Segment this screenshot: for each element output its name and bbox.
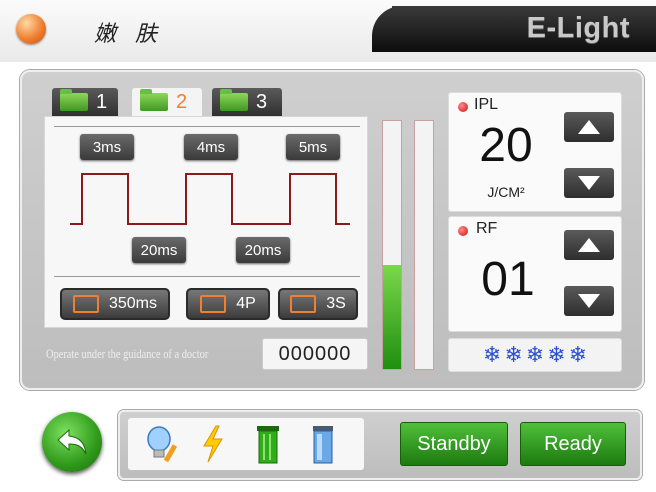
tab-label: 2 <box>176 90 188 113</box>
pulse-width-2-button[interactable]: 4ms <box>184 134 238 160</box>
timer-wave-icon <box>290 295 317 313</box>
interval-button[interactable]: 350ms <box>60 288 170 320</box>
divider <box>54 276 360 277</box>
page-title: 嫩 肤 <box>94 22 163 47</box>
ipl-decrease-button[interactable] <box>564 168 614 198</box>
ipl-increase-button[interactable] <box>564 112 614 142</box>
snowflake-icon: ❄ <box>547 342 566 367</box>
ready-button[interactable]: Ready <box>520 422 626 466</box>
interval-value: 350ms <box>108 295 158 312</box>
open-folder-icon <box>140 89 168 111</box>
tab-2[interactable]: 2 <box>132 88 202 116</box>
snowflake-icon: ❄ <box>504 342 523 367</box>
cooling-level-selector[interactable]: ❄ ❄ ❄ ❄ ❄ <box>448 338 622 372</box>
secondary-level-bar <box>414 120 434 370</box>
energy-level-bar <box>382 120 402 370</box>
arrow-down-icon <box>578 176 600 190</box>
rf-increase-button[interactable] <box>564 230 614 260</box>
shot-counter: 000000 <box>262 338 368 370</box>
ipl-indicator-icon <box>458 102 468 112</box>
rf-indicator-icon <box>458 226 468 236</box>
folder-icon <box>60 89 88 111</box>
pulse-count-value: 4P <box>236 295 256 312</box>
app-logo-icon <box>16 14 46 44</box>
snowflake-icon: ❄ <box>568 342 588 367</box>
tab-3[interactable]: 3 <box>212 88 282 116</box>
lightbulb-pencil-icon[interactable] <box>144 424 180 464</box>
tab-1[interactable]: 1 <box>52 88 118 116</box>
ipl-value: 20 <box>479 119 533 172</box>
pulse-delay-1-button[interactable]: 20ms <box>132 237 186 263</box>
ipl-label: IPL <box>474 96 499 113</box>
folder-icon <box>220 89 248 111</box>
snowflake-icon: ❄ <box>525 342 545 367</box>
time-value: 3S <box>326 295 346 312</box>
arrow-down-icon <box>578 294 600 308</box>
back-arrow-icon <box>57 428 87 455</box>
time-button[interactable]: 3S <box>278 288 358 320</box>
arrow-up-icon <box>578 120 600 134</box>
ipl-unit: J/CM² <box>487 184 525 200</box>
doctor-notice: Operate under the guidance of a doctor <box>46 346 209 361</box>
back-button[interactable] <box>42 412 102 472</box>
green-trash-icon[interactable] <box>254 422 282 466</box>
divider <box>54 126 360 127</box>
pulse-count-button[interactable]: 4P <box>186 288 270 320</box>
blue-trash-icon[interactable] <box>310 422 336 466</box>
pulse-delay-2-button[interactable]: 20ms <box>236 237 290 263</box>
tab-label: 1 <box>96 90 108 113</box>
rf-label: RF <box>476 220 498 237</box>
rf-decrease-button[interactable] <box>564 286 614 316</box>
snowflake-icon: ❄ <box>482 342 502 367</box>
tab-label: 3 <box>256 90 268 113</box>
pulse-width-3-button[interactable]: 5ms <box>286 134 340 160</box>
pulse-interval-icon <box>72 295 99 313</box>
pulse-waveform <box>70 173 350 225</box>
multi-pulse-icon <box>200 295 227 313</box>
lightning-icon[interactable] <box>200 424 226 464</box>
pulse-width-1-button[interactable]: 3ms <box>80 134 134 160</box>
brand-label: E-Light <box>526 12 630 44</box>
rf-value: 01 <box>481 253 535 306</box>
arrow-up-icon <box>578 238 600 252</box>
standby-button[interactable]: Standby <box>400 422 508 466</box>
energy-level-fill <box>383 264 401 369</box>
